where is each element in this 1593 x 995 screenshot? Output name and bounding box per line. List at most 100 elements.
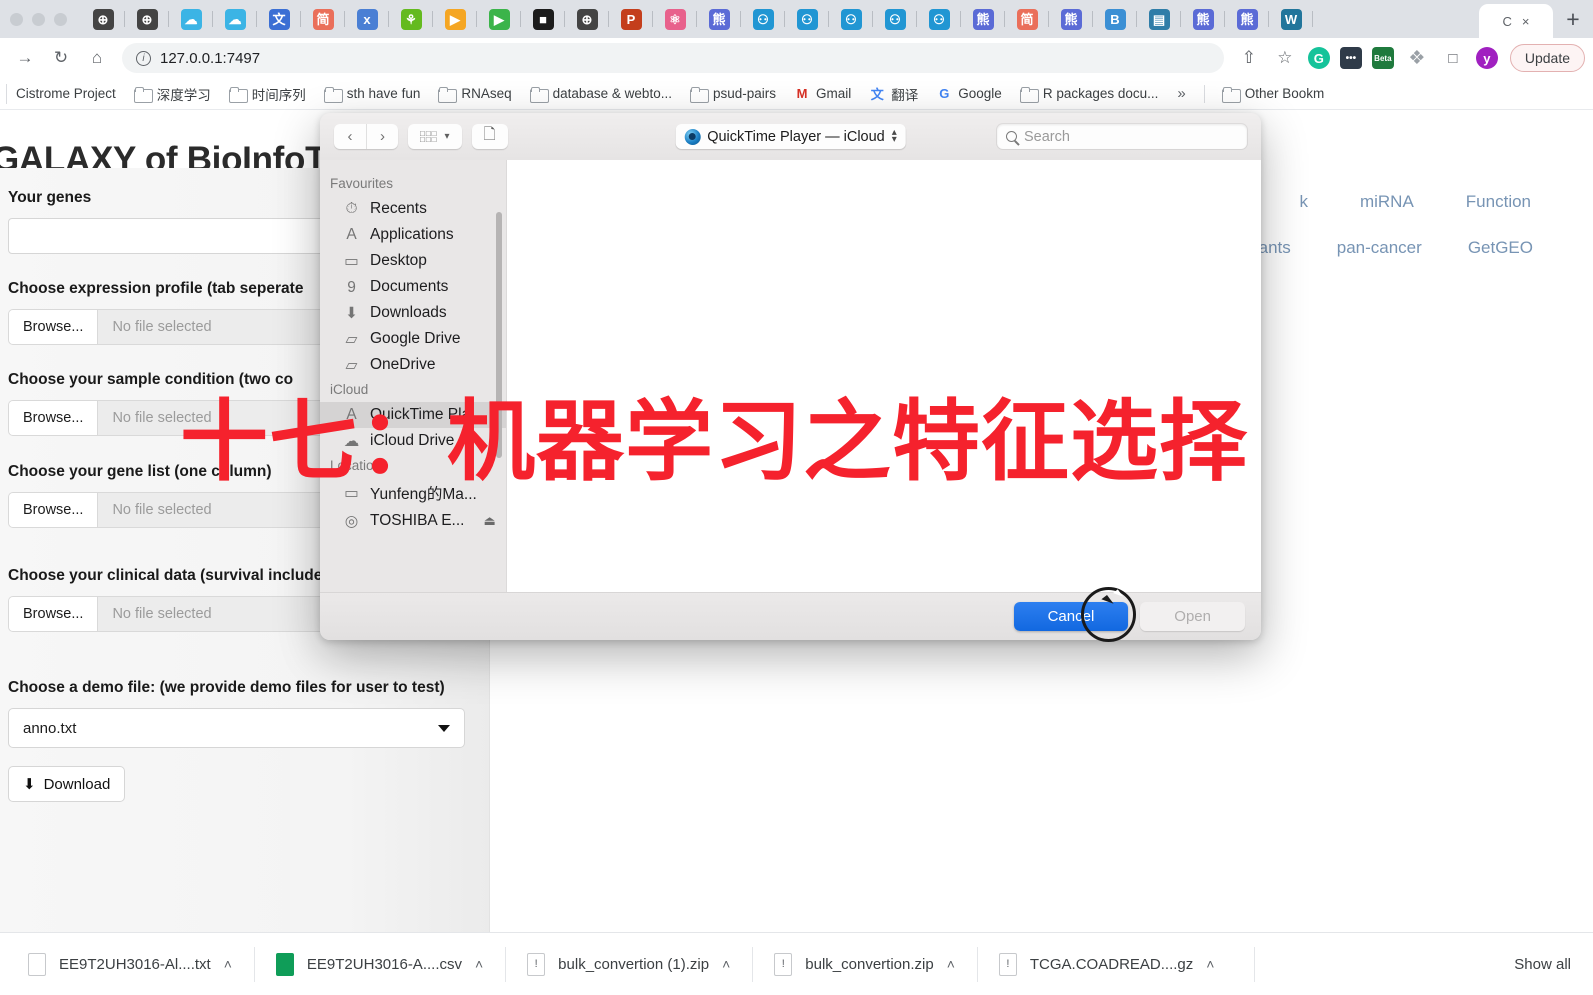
show-all-downloads-button[interactable]: Show all <box>1498 949 1587 980</box>
profile-avatar[interactable]: y <box>1472 43 1502 73</box>
tab-8[interactable]: ▶ <box>433 0 477 38</box>
bookmark-item[interactable]: 深度学习 <box>125 84 220 104</box>
bookmark-item[interactable]: M Gmail <box>785 86 860 101</box>
sidebar-item-recents[interactable]: ⏱ Recents <box>320 196 506 222</box>
forward-icon[interactable]: → <box>8 41 42 75</box>
download-item[interactable]: ! bulk_convertion (1).zip ˄ <box>505 933 752 995</box>
tab-5[interactable]: 简 <box>301 0 345 38</box>
beta-extension-icon[interactable]: Beta <box>1368 43 1398 73</box>
nav-link-getgeo[interactable]: GetGEO <box>1468 238 1533 258</box>
sidebar-item-quicktime-pla[interactable]: A QuickTime Pla... <box>320 402 506 428</box>
home-icon[interactable]: ⌂ <box>80 41 114 75</box>
maximize-window-button[interactable] <box>54 13 67 26</box>
tab-12[interactable]: P <box>609 0 653 38</box>
tab-23[interactable]: B <box>1093 0 1137 38</box>
new-folder-button[interactable]: 🗋 <box>472 124 508 149</box>
minimize-window-button[interactable] <box>32 13 45 26</box>
nav-link-pan-cancer[interactable]: pan-cancer <box>1337 238 1422 258</box>
sidebar-item-applications[interactable]: A Applications <box>320 222 506 248</box>
cancel-button[interactable]: Cancel <box>1014 602 1129 631</box>
sidebar-item-google-drive[interactable]: ▱ Google Drive <box>320 326 506 352</box>
chevron-up-icon[interactable]: ˄ <box>224 956 232 972</box>
address-bar[interactable]: i 127.0.0.1:7497 <box>122 43 1224 73</box>
tab-4[interactable]: 文 <box>257 0 301 38</box>
puzzle-icon[interactable]: ❖ <box>1400 41 1434 75</box>
close-icon[interactable]: × <box>1522 14 1530 29</box>
sidebar-item-desktop[interactable]: ▭ Desktop <box>320 248 506 274</box>
sidebar-scrollbar[interactable] <box>496 212 502 458</box>
navigation-buttons[interactable]: ‹ › <box>334 124 398 149</box>
download-item[interactable]: EE9T2UH3016-Al....txt ˄ <box>6 933 254 995</box>
nav-link-mirna[interactable]: miRNA <box>1360 192 1414 212</box>
bookmark-star-icon[interactable]: ☆ <box>1268 41 1302 75</box>
chevron-right-icon[interactable]: › <box>366 124 398 149</box>
reload-icon[interactable]: ↻ <box>44 41 78 75</box>
chevron-up-icon[interactable]: ˄ <box>1206 956 1214 972</box>
tab-15[interactable]: ⚇ <box>741 0 785 38</box>
browse-button[interactable]: Browse... <box>9 310 98 344</box>
tab-17[interactable]: ⚇ <box>829 0 873 38</box>
sidebar-item-onedrive[interactable]: ▱ OneDrive <box>320 352 506 378</box>
tab-19[interactable]: ⚇ <box>917 0 961 38</box>
side-panel-icon[interactable]: □ <box>1436 41 1470 75</box>
tab-6[interactable]: х <box>345 0 389 38</box>
tab-9[interactable]: ▶ <box>477 0 521 38</box>
download-item[interactable]: ! bulk_convertion.zip ˄ <box>752 933 977 995</box>
nav-link-k[interactable]: k <box>1299 192 1308 212</box>
tab-24[interactable]: ▤ <box>1137 0 1181 38</box>
tab-25[interactable]: 熊 <box>1181 0 1225 38</box>
bookmark-item[interactable]: G Google <box>927 86 1011 101</box>
tab-22[interactable]: 熊 <box>1049 0 1093 38</box>
share-icon[interactable]: ⇧ <box>1232 41 1266 75</box>
tab-21[interactable]: 简 <box>1005 0 1049 38</box>
tab-20[interactable]: 熊 <box>961 0 1005 38</box>
location-popup-button[interactable]: QuickTime Player — iCloud ▴ ▾ <box>675 124 906 149</box>
chevron-up-icon[interactable]: ˄ <box>475 956 483 972</box>
sidebar-item-downloads[interactable]: ⬇ Downloads <box>320 300 506 326</box>
site-info-icon[interactable]: i <box>136 51 151 66</box>
tab-0[interactable]: ⊕ <box>81 0 125 38</box>
tab-2[interactable]: ☁ <box>169 0 213 38</box>
grammarly-icon[interactable]: G <box>1304 43 1334 73</box>
bookmark-item[interactable]: RNAseq <box>429 86 520 101</box>
browse-button[interactable]: Browse... <box>9 493 98 527</box>
bookmarks-overflow-button[interactable]: » <box>1167 85 1195 102</box>
tab-26[interactable]: 熊 <box>1225 0 1269 38</box>
chevron-left-icon[interactable]: ‹ <box>334 124 366 149</box>
download-item[interactable]: ! TCGA.COADREAD....gz ˄ <box>977 933 1237 995</box>
chevron-up-icon[interactable]: ˄ <box>722 956 730 972</box>
other-bookmarks-folder[interactable]: Other Bookm <box>1213 86 1334 101</box>
browse-button[interactable]: Browse... <box>9 597 98 631</box>
update-button[interactable]: Update <box>1510 44 1585 72</box>
bookmark-item[interactable]: Cistrome Project <box>7 86 125 101</box>
sidebar-item-yunfeng-ma[interactable]: ▭ Yunfeng的Ma... <box>320 478 506 508</box>
eject-icon[interactable]: ⏏ <box>483 513 495 529</box>
tab-list[interactable]: ⊕ ⊕ ☁ ☁ 文简 х ⚘ ▶ ▶ ■ ⊕ P ⚛ 熊 ⚇ ⚇ ⚇ ⚇ ⚇ 熊简熊 B ▤ 熊熊 W <box>81 0 1479 38</box>
close-window-button[interactable] <box>10 13 23 26</box>
browse-button[interactable]: Browse... <box>9 401 98 435</box>
bookmark-item[interactable]: psud-pairs <box>681 86 785 101</box>
tab-13[interactable]: ⚛ <box>653 0 697 38</box>
tab-10[interactable]: ■ <box>521 0 565 38</box>
dialog-search-field[interactable]: Search <box>997 124 1247 149</box>
bookmarks-list[interactable]: Cistrome Project 深度学习 时间序列 sth have fun RNAs… <box>7 84 1167 104</box>
bookmark-item[interactable]: 文翻译 <box>860 84 927 104</box>
tab-11[interactable]: ⊕ <box>565 0 609 38</box>
tab-1[interactable]: ⊕ <box>125 0 169 38</box>
chevron-up-icon[interactable]: ˄ <box>947 956 955 972</box>
sidebar-item-toshiba-e[interactable]: ◎ TOSHIBA E... ⏏ <box>320 508 506 534</box>
new-tab-button[interactable]: + <box>1553 0 1593 38</box>
window-controls[interactable] <box>0 13 81 26</box>
bookmark-item[interactable]: 时间序列 <box>220 84 315 104</box>
tab-14[interactable]: 熊 <box>697 0 741 38</box>
tab-3[interactable]: ☁ <box>213 0 257 38</box>
sidebar-item-documents[interactable]: ὜9 Documents <box>320 274 506 300</box>
dots-extension-icon[interactable]: ••• <box>1336 43 1366 73</box>
tab-7[interactable]: ⚘ <box>389 0 433 38</box>
demo-file-select[interactable]: anno.txt <box>8 708 465 748</box>
tab-18[interactable]: ⚇ <box>873 0 917 38</box>
tab-27[interactable]: W <box>1269 0 1313 38</box>
nav-link-function[interactable]: Function <box>1466 192 1531 212</box>
download-item[interactable]: EE9T2UH3016-A....csv ˄ <box>254 933 505 995</box>
bookmark-item[interactable]: sth have fun <box>315 86 430 101</box>
